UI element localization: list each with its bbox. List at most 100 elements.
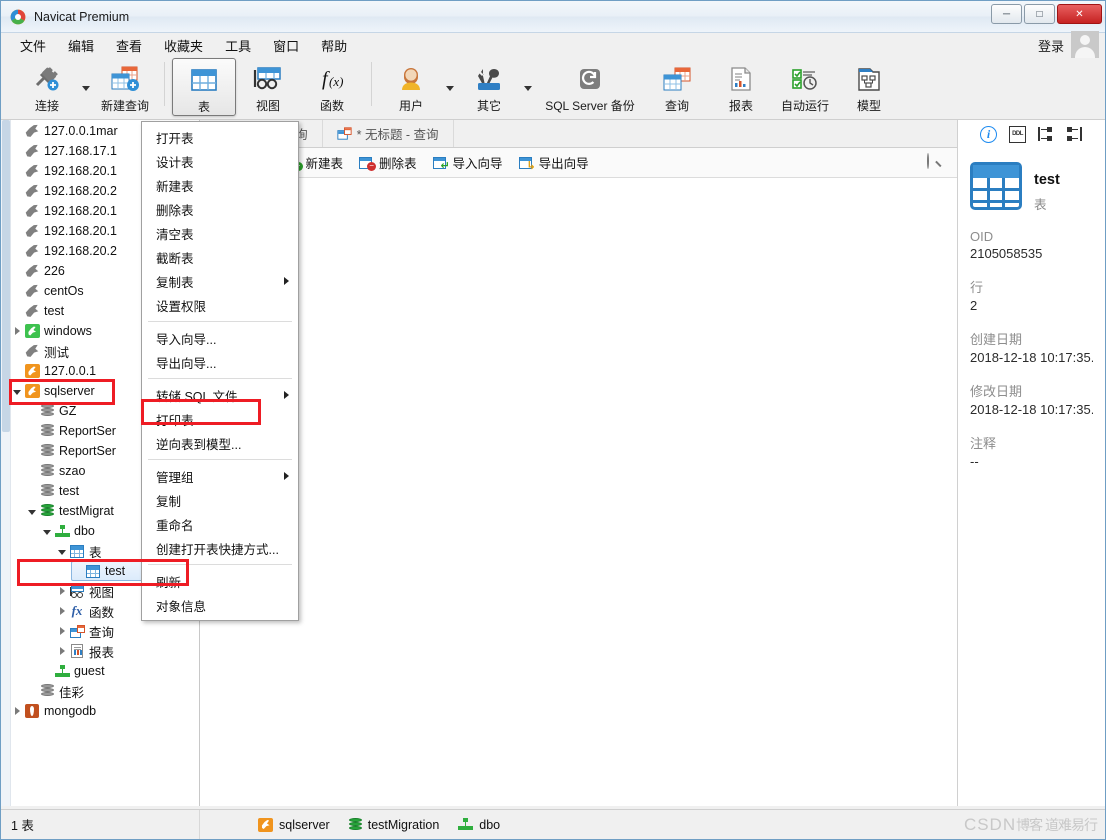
mssql-icon bbox=[24, 364, 40, 378]
ddl-icon[interactable]: DDL bbox=[1009, 125, 1026, 143]
context-menu-item[interactable]: 刷新 bbox=[142, 569, 298, 593]
chevron-right-icon[interactable] bbox=[56, 647, 68, 655]
info-field: 行2 bbox=[970, 277, 1093, 313]
context-menu-item[interactable]: 复制表 bbox=[142, 269, 298, 293]
tree-node-label: 226 bbox=[44, 264, 65, 278]
context-menu-item[interactable]: 复制 bbox=[142, 488, 298, 512]
toolbar-caret-user[interactable] bbox=[443, 58, 457, 116]
menu-item-favorites[interactable]: 收藏夹 bbox=[153, 33, 214, 58]
menu-item-file[interactable]: 文件 bbox=[9, 33, 57, 58]
chevron-right-icon[interactable] bbox=[56, 607, 68, 615]
table-context-menu: 打开表 设计表 新建表 删除表 清空表 截断表 复制表 设置权限导入向导... 导出向导... 转… bbox=[141, 121, 299, 621]
tree-node-icon bbox=[23, 164, 41, 178]
toolbar-button-report[interactable]: 报表 bbox=[709, 58, 773, 116]
search-icon[interactable] bbox=[927, 153, 943, 170]
relation-left-icon[interactable] bbox=[1038, 126, 1055, 143]
toolbar-button-automation[interactable]: 自动运行 bbox=[773, 58, 837, 116]
relation-right-icon[interactable] bbox=[1067, 126, 1084, 143]
context-menu-item[interactable]: 导入向导... bbox=[142, 326, 298, 350]
context-menu-item[interactable]: 逆向表到模型... bbox=[142, 431, 298, 455]
status-item-label: testMigration bbox=[367, 817, 440, 832]
object-toolbar: 设计表+新建表−删除表↵导入向导↳导出向导 bbox=[200, 148, 957, 178]
info-field-value: -- bbox=[970, 454, 979, 469]
user-avatar-icon[interactable] bbox=[1071, 31, 1099, 59]
context-menu-item[interactable]: 重命名 bbox=[142, 512, 298, 536]
tree-node[interactable]: 查询 bbox=[56, 621, 199, 641]
objectbar-button-export-wizard[interactable]: ↳ 导出向导 bbox=[513, 151, 595, 174]
chevron-down-icon[interactable] bbox=[26, 509, 38, 515]
tree-node-icon bbox=[38, 424, 56, 438]
menu-item-view[interactable]: 查看 bbox=[105, 33, 153, 58]
tree-node-label: sqlserver bbox=[44, 384, 95, 398]
import-arrow-icon: ↵ bbox=[440, 159, 450, 172]
context-menu-item[interactable]: 截断表 bbox=[142, 245, 298, 269]
minimize-button[interactable]: ─ bbox=[991, 4, 1022, 24]
tree-node[interactable]: 佳彩 bbox=[26, 681, 199, 701]
context-menu-label: 刷新 bbox=[156, 575, 182, 590]
context-menu-label: 导入向导... bbox=[156, 332, 217, 347]
tree-node-label: 192.168.20.1 bbox=[44, 164, 117, 178]
context-menu-item[interactable]: 清空表 bbox=[142, 221, 298, 245]
toolbar-button-model[interactable]: 模型 bbox=[837, 58, 901, 116]
context-menu-label: 对象信息 bbox=[156, 599, 207, 614]
toolbar-button-view[interactable]: 视图 bbox=[236, 58, 300, 116]
toolbar-button-new-query[interactable]: 新建查询 bbox=[93, 58, 157, 116]
context-menu-item[interactable]: 转储 SQL 文件 bbox=[142, 383, 298, 407]
menu-item-edit[interactable]: 编辑 bbox=[57, 33, 105, 58]
context-menu-item[interactable]: 导出向导... bbox=[142, 350, 298, 374]
mysql-green-icon bbox=[24, 324, 40, 338]
toolbar-button-table[interactable]: 表 bbox=[172, 58, 236, 116]
tree-scrollbar[interactable] bbox=[1, 120, 11, 806]
login-area[interactable]: 登录 bbox=[1038, 31, 1099, 59]
tree-node-icon bbox=[53, 524, 71, 538]
menu-item-window[interactable]: 窗口 bbox=[262, 33, 310, 58]
close-button[interactable]: ✕ bbox=[1057, 4, 1102, 24]
query-icon bbox=[661, 62, 693, 96]
login-label[interactable]: 登录 bbox=[1038, 36, 1064, 55]
tree-node[interactable]: mongodb bbox=[11, 701, 199, 721]
context-menu-item[interactable]: 打印表 bbox=[142, 407, 298, 431]
toolbar-button-other[interactable]: 其它 bbox=[457, 58, 521, 116]
chevron-right-icon[interactable] bbox=[56, 627, 68, 635]
toolbar-button-query[interactable]: 查询 bbox=[645, 58, 709, 116]
info-field: 创建日期 2018-12-18 10:17:35.0 bbox=[970, 329, 1093, 365]
chevron-down-icon[interactable] bbox=[56, 549, 68, 555]
toolbar-button-connection[interactable]: 连接 bbox=[15, 58, 79, 116]
context-menu-item[interactable]: 对象信息 bbox=[142, 593, 298, 617]
tree-node-label: mongodb bbox=[44, 704, 97, 718]
tree-node-icon bbox=[23, 304, 41, 318]
objectbar-button-delete-table[interactable]: − 删除表 bbox=[353, 151, 423, 174]
tree-scrollbar-thumb[interactable] bbox=[2, 120, 10, 432]
tree-node-icon bbox=[23, 324, 41, 338]
tree-node[interactable]: guest bbox=[41, 661, 199, 681]
tree-node[interactable]: 报表 bbox=[56, 641, 199, 661]
toolbar-caret-other[interactable] bbox=[521, 58, 535, 116]
objectbar-button-import-wizard[interactable]: ↵ 导入向导 bbox=[427, 151, 509, 174]
context-menu-item[interactable]: 管理组 bbox=[142, 464, 298, 488]
toolbar-caret-connection[interactable] bbox=[79, 58, 93, 116]
menu-item-help[interactable]: 帮助 bbox=[310, 33, 358, 58]
mysql-icon bbox=[25, 184, 39, 197]
tree-node-label: 192.168.20.2 bbox=[44, 244, 117, 258]
object-list-canvas[interactable] bbox=[200, 178, 957, 806]
context-menu-item[interactable]: 设置权限 bbox=[142, 293, 298, 317]
context-menu-item[interactable]: 新建表 bbox=[142, 173, 298, 197]
tab-untitled-query-2[interactable]: * 无标题 - 查询 bbox=[322, 120, 454, 147]
info-field-value: 2105058535 bbox=[970, 246, 1043, 261]
maximize-button[interactable]: □ bbox=[1024, 4, 1055, 24]
chevron-right-icon[interactable] bbox=[56, 587, 68, 595]
menu-item-tools[interactable]: 工具 bbox=[214, 33, 262, 58]
chevron-down-icon[interactable] bbox=[41, 529, 53, 535]
info-icon[interactable]: i bbox=[980, 125, 997, 143]
chevron-down-icon[interactable] bbox=[11, 389, 23, 395]
context-menu-item[interactable]: 创建打开表快捷方式... bbox=[142, 536, 298, 560]
context-menu-item[interactable]: 设计表 bbox=[142, 149, 298, 173]
toolbar-button-sqlserver-backup[interactable]: SQL Server 备份 bbox=[535, 58, 645, 116]
toolbar-button-function[interactable]: f (x) 函数 bbox=[300, 58, 364, 116]
toolbar-button-user[interactable]: 用户 bbox=[379, 58, 443, 116]
chevron-right-icon[interactable] bbox=[11, 327, 23, 335]
tree-node-label: 查询 bbox=[89, 625, 115, 640]
chevron-right-icon[interactable] bbox=[11, 707, 23, 715]
context-menu-item[interactable]: 打开表 bbox=[142, 125, 298, 149]
context-menu-item[interactable]: 删除表 bbox=[142, 197, 298, 221]
